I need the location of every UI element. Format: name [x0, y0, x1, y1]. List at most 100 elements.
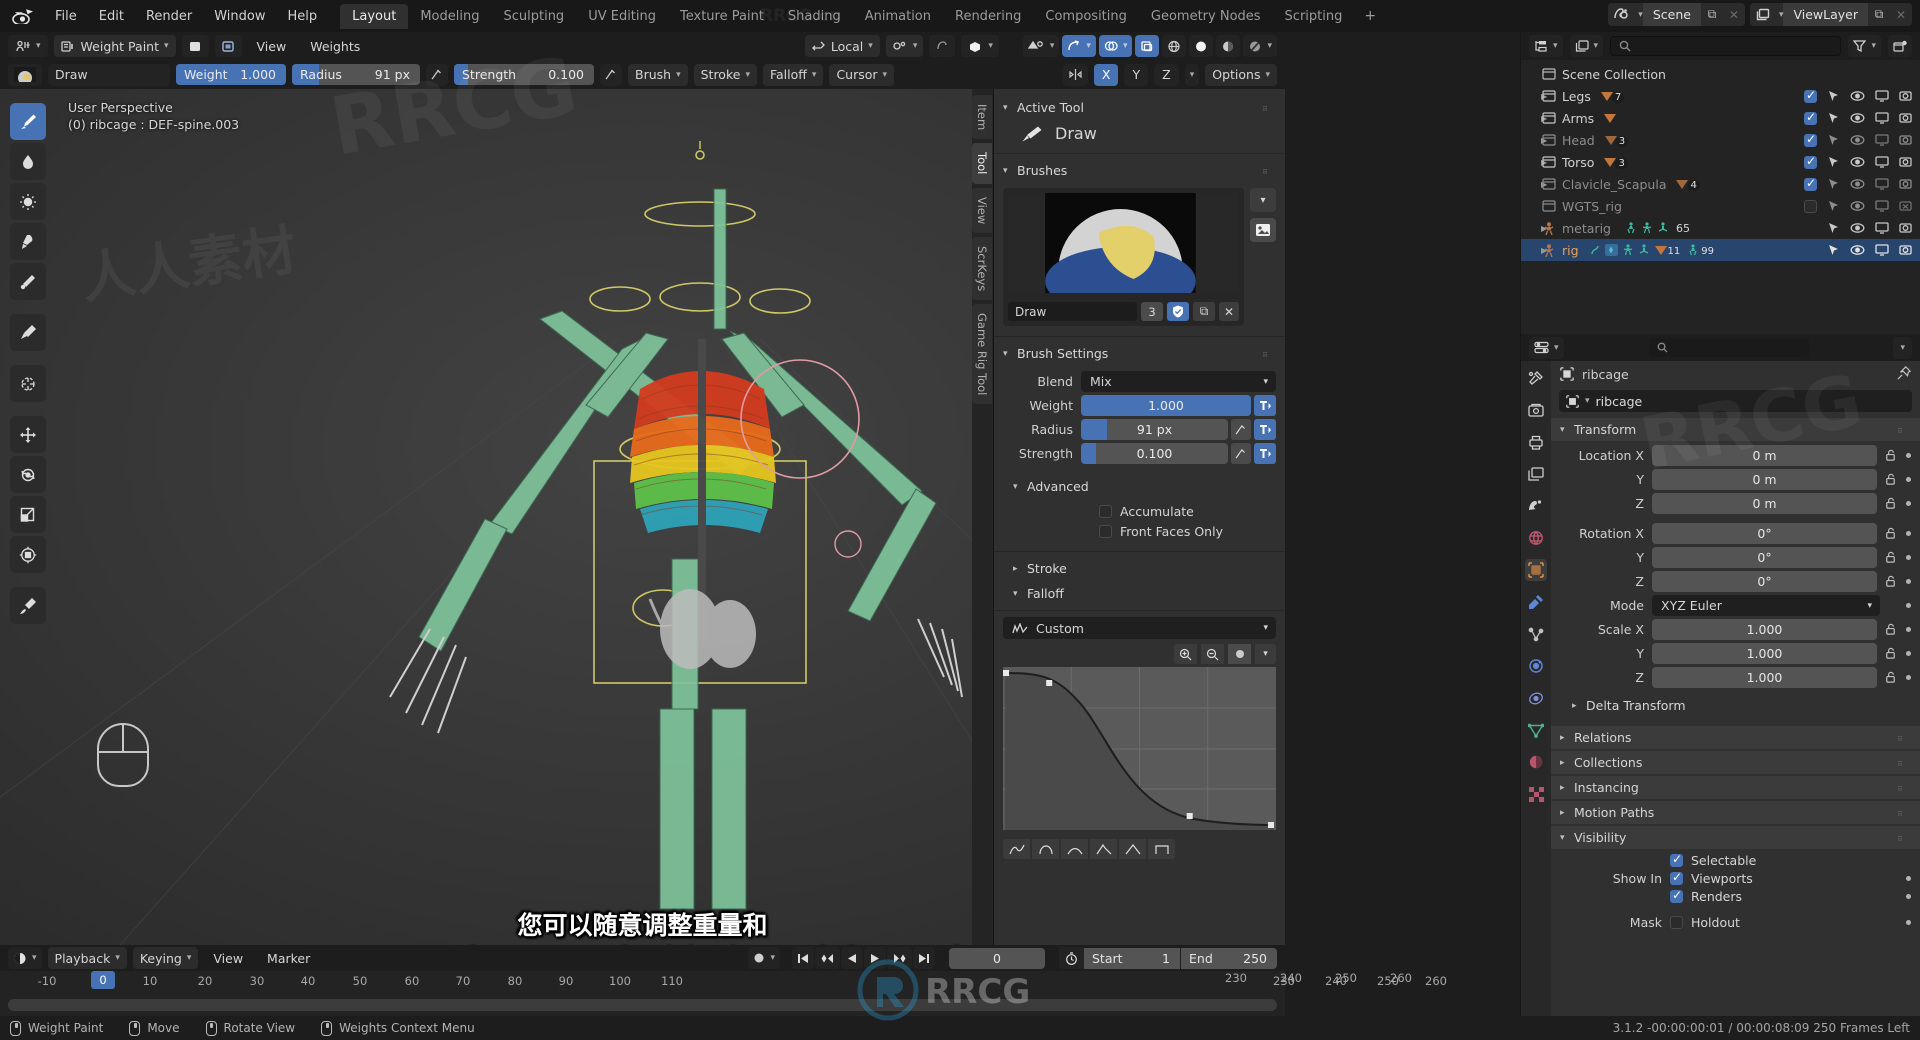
physics-tab-icon[interactable] [1525, 655, 1547, 677]
disable-in-viewports-icon[interactable] [1875, 244, 1889, 256]
material-tab-icon[interactable] [1525, 751, 1547, 773]
disable-in-viewports-icon[interactable] [1875, 134, 1889, 146]
workspace-tab-scripting[interactable]: Scripting [1273, 4, 1355, 29]
outliner-display-mode-button[interactable]: ▾ [1569, 35, 1604, 57]
hide-in-viewport-icon[interactable] [1850, 90, 1865, 102]
outliner-filter-button[interactable]: ▾ [1848, 35, 1881, 57]
current-frame-field[interactable]: 0 [949, 947, 1045, 969]
brush-user-count[interactable]: 3 [1141, 302, 1163, 321]
duplicate-brush-button[interactable]: ⧉ [1193, 302, 1215, 321]
curve-preset-sharp-icon[interactable] [1090, 839, 1117, 859]
expand-arrow-icon[interactable]: ▶ [1527, 246, 1547, 255]
lock-icon[interactable] [1884, 473, 1897, 486]
hide-in-viewport-icon[interactable] [1850, 112, 1865, 124]
selectable-checkbox[interactable] [1670, 852, 1683, 867]
tool-cursor[interactable] [10, 365, 46, 402]
outliner-editor-type-button[interactable]: ▾ [1529, 35, 1563, 57]
front-faces-checkbox[interactable] [1099, 525, 1112, 538]
radius-pressure-toggle[interactable] [426, 63, 448, 86]
strength-slider[interactable]: 0.100 [1081, 443, 1228, 464]
animate-dot[interactable] [1906, 651, 1911, 656]
curve-preset-linear-icon[interactable] [1119, 839, 1146, 859]
viewport-overlays-toggle[interactable]: ▾ [1098, 35, 1133, 57]
curve-zoom-in-icon[interactable] [1174, 644, 1197, 664]
animate-dot[interactable] [1906, 894, 1911, 899]
outliner-row-clavicle-scapula[interactable]: ▶ Clavicle_Scapula 4 [1521, 173, 1920, 195]
lock-icon[interactable] [1884, 575, 1897, 588]
brush-settings-panel-header[interactable]: ▾ Brush Settings ⣿ [1003, 343, 1276, 364]
npanel-tab-item[interactable]: Item [972, 95, 992, 140]
brushes-panel-header[interactable]: ▾ Brushes ⣿ [1003, 160, 1276, 181]
falloff-curve-widget[interactable] [1003, 667, 1276, 830]
advanced-panel-header[interactable]: ▾ Advanced [1003, 476, 1276, 497]
npanel-tab-tool[interactable]: Tool [972, 143, 992, 184]
relations-section-header[interactable]: ▸ Relations ⣿ [1551, 726, 1920, 749]
tool-smear-brush[interactable] [10, 223, 46, 260]
tool-gradient[interactable] [10, 263, 46, 300]
rotation-x-field[interactable]: 0° [1652, 523, 1877, 544]
workspace-tab-sculpting[interactable]: Sculpting [491, 4, 576, 29]
xray-shading-toggle[interactable] [1135, 35, 1160, 57]
disable-in-renders-icon[interactable] [1899, 178, 1912, 190]
selectable-icon[interactable] [1827, 134, 1840, 147]
exclude-checkbox[interactable] [1804, 132, 1817, 147]
animate-dot[interactable] [1906, 920, 1911, 925]
curve-tool-icon[interactable] [1228, 644, 1251, 664]
render-tab-icon[interactable] [1525, 399, 1547, 421]
location-y-field[interactable]: 0 m [1652, 469, 1877, 490]
modifier-tab-icon[interactable] [1525, 591, 1547, 613]
jump-to-prev-keyframe-button[interactable] [815, 947, 840, 969]
shading-solid-button[interactable] [1189, 35, 1214, 57]
selectable-icon[interactable] [1827, 156, 1840, 169]
brush-name-field[interactable]: Draw [48, 63, 170, 86]
radius-slider[interactable]: 91 px [1081, 419, 1228, 440]
cursor-popover[interactable]: Cursor ▾ [829, 63, 895, 86]
selectable-icon[interactable] [1827, 112, 1840, 125]
workspace-tab-geometry-nodes[interactable]: Geometry Nodes [1139, 4, 1273, 29]
viewport-menu-view[interactable]: View [248, 39, 296, 54]
menu-help[interactable]: Help [277, 6, 329, 27]
disable-in-renders-icon[interactable] [1899, 222, 1912, 234]
timeline-editor-type-button[interactable]: ▾ [8, 947, 42, 969]
tool-tab-icon[interactable] [1525, 367, 1547, 389]
symmetry-x-toggle[interactable]: X [1093, 63, 1119, 86]
falloff-panel-header[interactable]: ▾ Falloff [1003, 583, 1276, 604]
expand-arrow-icon[interactable]: ▶ [1527, 158, 1547, 167]
brush-list-chevron-icon[interactable]: ▾ [1250, 188, 1276, 212]
workspace-tab-compositing[interactable]: Compositing [1033, 4, 1139, 29]
selectable-icon[interactable] [1827, 222, 1840, 235]
expand-arrow-icon[interactable]: ▶ [1527, 114, 1547, 123]
scene-chevron-icon[interactable]: ▾ [1638, 10, 1643, 20]
radius-animate-icon[interactable] [1254, 419, 1276, 440]
workspace-tab-texture-paint[interactable]: Texture Paint [668, 4, 776, 29]
blend-dropdown[interactable]: Mix ▾ [1081, 371, 1276, 392]
disable-in-renders-icon[interactable] [1899, 90, 1912, 102]
options-popover[interactable]: Options ▾ [1205, 63, 1277, 86]
menu-edit[interactable]: Edit [88, 6, 135, 27]
viewports-checkbox[interactable] [1670, 870, 1683, 885]
delta-transform-header[interactable]: ▸ Delta Transform [1560, 695, 1911, 716]
output-tab-icon[interactable] [1525, 431, 1547, 453]
expand-arrow-icon[interactable]: ▶ [1527, 224, 1547, 233]
timeline-editor[interactable]: ▾ Playback ▾ Keying ▾ View Marker ▾ 0 St… [0, 945, 1447, 1016]
animate-dot[interactable] [1906, 477, 1911, 482]
symmetry-y-toggle[interactable]: Y [1124, 63, 1149, 86]
jump-to-start-button[interactable] [792, 947, 814, 969]
mode-selector[interactable]: Weight Paint ▾ [53, 35, 176, 57]
jump-to-end-button[interactable] [913, 947, 935, 969]
snapping-popover[interactable]: ▾ [885, 35, 924, 57]
npanel-tab-game-rig-tool[interactable]: Game Rig Tool [972, 304, 992, 405]
npanel-tab-scrkeys[interactable]: ScrKeys [972, 236, 992, 301]
outliner-search-input[interactable] [1610, 36, 1842, 56]
header-radius-slider[interactable]: Radius 91 px [292, 64, 420, 85]
texture-tab-icon[interactable] [1525, 783, 1547, 805]
animate-dot[interactable] [1906, 675, 1911, 680]
lock-icon[interactable] [1884, 449, 1897, 462]
exclude-checkbox[interactable] [1804, 176, 1817, 191]
curve-preset-round-icon[interactable] [1032, 839, 1059, 859]
curve-preset-constant-icon[interactable] [1148, 839, 1175, 859]
timeline-ruler[interactable]: -10 10 20 30 40 50 60 70 80 90 100 110 2… [0, 971, 1447, 993]
location-x-field[interactable]: 0 m [1652, 445, 1877, 466]
weight-animate-icon[interactable] [1254, 395, 1276, 416]
collections-section-header[interactable]: ▸ Collections ⣿ [1551, 751, 1920, 774]
